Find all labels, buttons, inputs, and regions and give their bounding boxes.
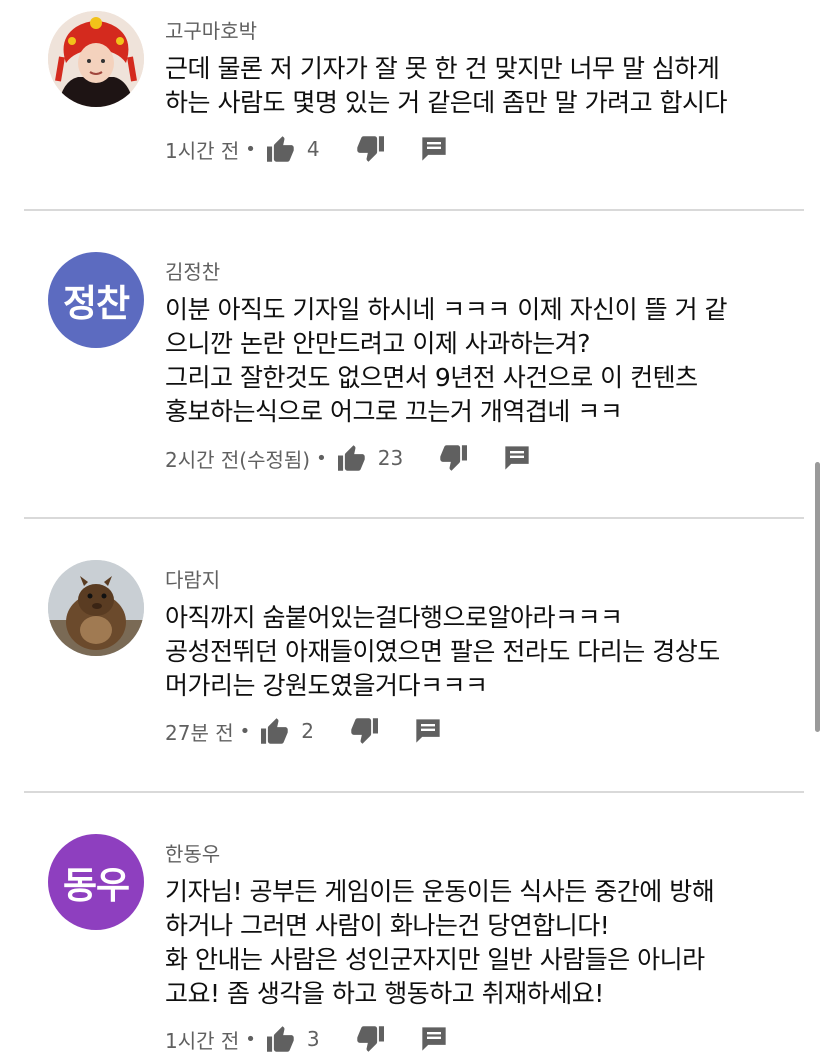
like-count: 23 <box>377 446 404 470</box>
separator-dot: • <box>239 720 251 742</box>
comment-text: 근데 물론 저 기자가 잘 못 한 건 맞지만 너무 말 심하게 하는 사람도 … <box>165 54 728 117</box>
thumbs-up-icon[interactable] <box>265 1025 297 1053</box>
reply-comment-icon[interactable] <box>420 136 448 162</box>
avatar[interactable]: 정찬 <box>48 252 144 348</box>
comment-text: 기자님! 공부든 게임이든 운동이든 식사든 중간에 방해 하거나 그러면 사람… <box>165 877 715 1008</box>
divider <box>24 791 804 793</box>
separator-dot: • <box>245 138 256 160</box>
comment-time: 1시간 전 <box>165 1028 240 1053</box>
thumbs-down-icon[interactable] <box>348 717 380 745</box>
comment-item: 정찬 김정찬 이분 아직도 기자일 하시네 ㅋㅋㅋ 이제 자신이 뜰 거 같 으… <box>0 252 828 482</box>
reply-comment-icon[interactable] <box>420 1026 448 1052</box>
comment-item: 고구마호박 근데 물론 저 기자가 잘 못 한 건 맞지만 너무 말 심하게 하… <box>0 11 828 191</box>
separator-dot: • <box>245 1028 256 1050</box>
comment-text: 이분 아직도 기자일 하시네 ㅋㅋㅋ 이제 자신이 뜰 거 같 으니깐 논란 안… <box>165 295 728 426</box>
comment-author[interactable]: 김정찬 <box>165 256 220 285</box>
reply-comment-icon[interactable] <box>414 718 442 744</box>
comment-time: 2시간 전(수정됨) <box>165 447 311 472</box>
like-count: 3 <box>306 1027 320 1051</box>
comment-author[interactable]: 고구마호박 <box>165 15 257 44</box>
reply-comment-icon[interactable] <box>503 445 531 471</box>
avatar-photo-icon <box>48 11 144 107</box>
avatar[interactable] <box>48 11 144 107</box>
thumbs-down-icon[interactable] <box>354 1025 386 1053</box>
thumbs-up-icon[interactable] <box>265 135 297 163</box>
comment-author[interactable]: 다람지 <box>165 564 220 593</box>
divider <box>24 209 804 211</box>
comment-item: 동우 한동우 기자님! 공부든 게임이든 운동이든 식사든 중간에 방해 하거나… <box>0 834 828 1063</box>
avatar-initials: 동우 <box>62 864 130 907</box>
thumbs-up-icon[interactable] <box>336 444 368 472</box>
comment-actions: 2시간 전(수정됨) • 23 <box>165 438 531 478</box>
comment-item: 다람지 아직까지 숨붙어있는걸다행으로알아라ㅋㅋㅋ 공성전뛰던 아재들이였으면 … <box>0 560 828 760</box>
comment-author[interactable]: 한동우 <box>165 838 220 867</box>
avatar[interactable]: 동우 <box>48 834 144 930</box>
divider <box>24 517 804 519</box>
comment-time: 27분 전 <box>165 720 234 745</box>
avatar-initials: 정찬 <box>62 282 130 325</box>
comment-actions: 1시간 전 • 3 <box>165 1019 448 1059</box>
thumbs-down-icon[interactable] <box>354 135 386 163</box>
thumbs-up-icon[interactable] <box>259 717 291 745</box>
comment-time: 1시간 전 <box>165 138 240 163</box>
comment-actions: 27분 전 • 2 <box>165 711 442 751</box>
thumbs-down-icon[interactable] <box>437 444 469 472</box>
avatar[interactable] <box>48 560 144 656</box>
comment-text: 아직까지 숨붙어있는걸다행으로알아라ㅋㅋㅋ 공성전뛰던 아재들이였으면 팔은 전… <box>165 603 720 700</box>
avatar-photo-icon <box>48 560 144 656</box>
separator-dot: • <box>316 447 327 469</box>
comment-actions: 1시간 전 • 4 <box>165 129 448 169</box>
like-count: 2 <box>301 719 314 743</box>
scrollbar[interactable] <box>815 462 820 732</box>
like-count: 4 <box>306 137 320 161</box>
